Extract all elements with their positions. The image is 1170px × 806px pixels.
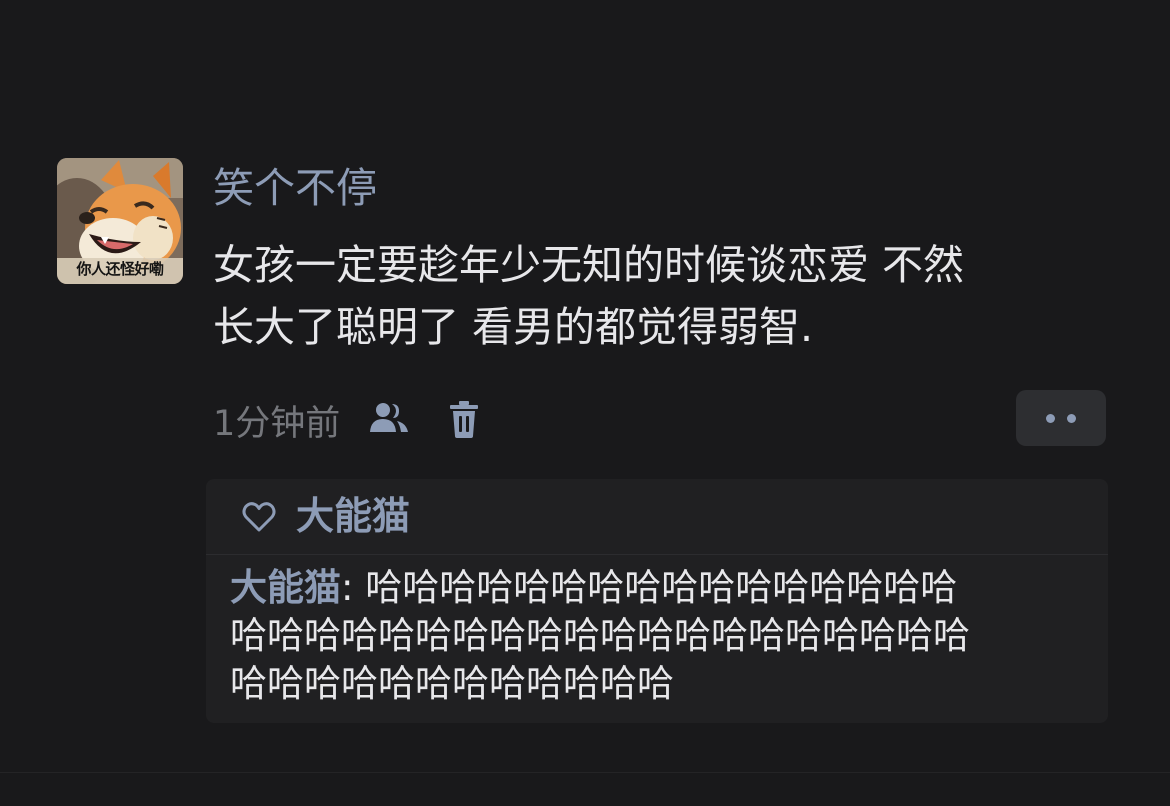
comment-separator: : [341, 566, 366, 609]
avatar-caption: 你人还怪好嘞 [76, 260, 164, 278]
post-card: 你人还怪好嘞 笑个不停 女孩一定要趁年少无知的时候谈恋爱 不然 长大了聪明了 看… [0, 0, 1170, 806]
trash-icon[interactable] [442, 398, 486, 442]
avatar[interactable]: 你人还怪好嘞 [57, 158, 183, 284]
post-text-line: 女孩一定要趁年少无知的时候谈恋爱 不然 [213, 241, 965, 289]
more-dots-icon [1067, 414, 1076, 423]
comment-line: 哈哈哈哈哈哈哈哈哈哈哈哈哈哈哈哈哈哈哈哈 [230, 614, 970, 657]
people-icon[interactable] [368, 398, 412, 442]
timestamp: 1分钟前 [213, 403, 341, 444]
heart-outline-icon[interactable] [241, 499, 277, 535]
post-content: 女孩一定要趁年少无知的时候谈恋爱 不然 长大了聪明了 看男的都觉得弱智. [213, 234, 1123, 358]
more-options-button[interactable] [1016, 390, 1106, 446]
likes-row: 大能猫 [206, 479, 1108, 555]
comment-text: 哈哈哈哈哈哈哈哈哈哈哈哈哈哈哈哈 [365, 566, 958, 609]
comment-line: 哈哈哈哈哈哈哈哈哈哈哈哈 [230, 662, 674, 705]
username[interactable]: 笑个不停 [213, 162, 377, 214]
comment-author[interactable]: 大能猫 [230, 566, 341, 609]
post-meta-row: 1分钟前 [213, 395, 486, 445]
post-text-line: 长大了聪明了 看男的都觉得弱智. [213, 303, 814, 351]
comment-line: 大能猫: 哈哈哈哈哈哈哈哈哈哈哈哈哈哈哈哈 [230, 564, 1100, 612]
likes-and-comments-box: 大能猫 大能猫: 哈哈哈哈哈哈哈哈哈哈哈哈哈哈哈哈 哈哈哈哈哈哈哈哈哈哈哈哈哈哈… [206, 479, 1108, 723]
more-dots-icon [1046, 414, 1055, 423]
comment: 大能猫: 哈哈哈哈哈哈哈哈哈哈哈哈哈哈哈哈 哈哈哈哈哈哈哈哈哈哈哈哈哈哈哈哈哈哈… [230, 564, 1100, 708]
liker-name[interactable]: 大能猫 [296, 491, 410, 541]
divider [0, 772, 1170, 773]
